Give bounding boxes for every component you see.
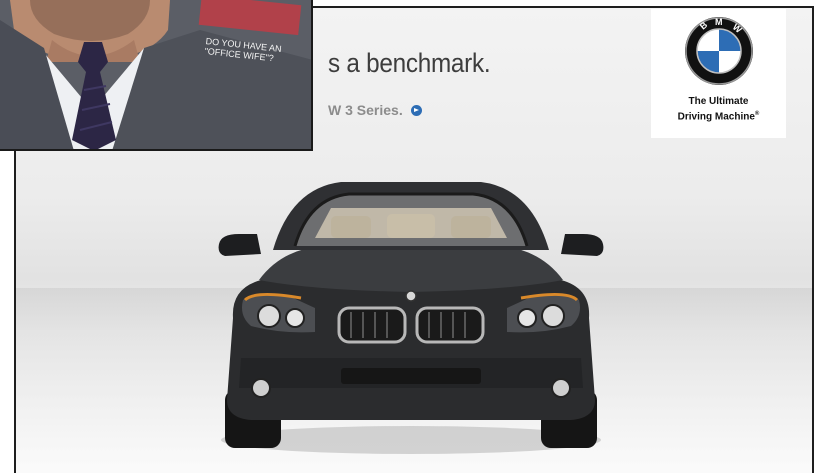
tagline-line-2: Driving Machine® [677, 111, 760, 123]
arrow-right-icon [410, 104, 422, 116]
ad-headline: s a benchmark. [328, 48, 491, 78]
svg-text:M: M [715, 17, 723, 27]
portrait-photo [0, 0, 311, 149]
magazine-cover-inset: DO YOU HAVE AN "OFFICE WIFE"? [0, 0, 313, 151]
tagline-line-1: The Ultimate [688, 96, 749, 107]
bmw-tagline: The Ultimate Driving Machine® [651, 96, 786, 123]
car-image [218, 182, 604, 454]
bmw-roundel-icon: B M W [685, 17, 753, 85]
series-link[interactable]: W 3 Series. [328, 102, 422, 118]
series-link-label: W 3 Series. [328, 102, 403, 118]
